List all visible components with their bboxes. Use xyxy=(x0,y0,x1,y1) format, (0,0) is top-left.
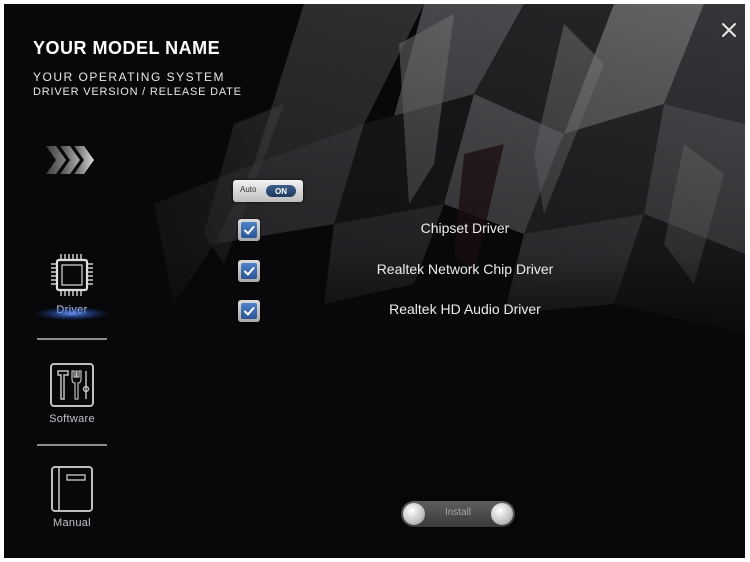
checkbox-network-driver[interactable] xyxy=(238,260,260,282)
operating-system: YOUR OPERATING SYSTEM xyxy=(33,70,225,84)
nav-driver[interactable]: Driver xyxy=(26,252,118,320)
auto-toggle[interactable]: Auto ON xyxy=(233,180,303,202)
close-button[interactable] xyxy=(716,17,742,43)
tools-icon xyxy=(50,363,94,407)
close-icon xyxy=(722,23,736,37)
sidebar-divider xyxy=(37,444,107,446)
chevrons-icon xyxy=(46,146,94,174)
chip-icon xyxy=(51,254,93,296)
nav-software-label: Software xyxy=(49,413,95,425)
installer-window: YOUR MODEL NAME YOUR OPERATING SYSTEM DR… xyxy=(4,4,745,558)
driver-name-chipset: Chipset Driver xyxy=(420,220,510,236)
install-knob-right xyxy=(491,503,513,525)
checkmark-icon xyxy=(244,226,255,235)
manual-icon xyxy=(51,466,93,512)
nav-manual[interactable]: Manual xyxy=(26,465,118,529)
checkmark-icon xyxy=(244,307,255,316)
checkbox-chipset-driver[interactable] xyxy=(238,219,260,241)
model-name: YOUR MODEL NAME xyxy=(33,38,221,58)
install-button[interactable]: Install xyxy=(401,501,515,527)
auto-toggle-state: ON xyxy=(266,185,296,197)
nav-manual-label: Manual xyxy=(53,517,91,529)
sidebar-divider xyxy=(37,338,107,340)
nav-software[interactable]: Software xyxy=(26,361,118,425)
checkbox-audio-driver[interactable] xyxy=(238,300,260,322)
auto-toggle-label: Auto xyxy=(240,185,257,194)
checkmark-icon xyxy=(244,267,255,276)
driver-name-audio: Realtek HD Audio Driver xyxy=(389,301,541,317)
nav-driver-label: Driver xyxy=(56,304,88,316)
driver-version-date: DRIVER VERSION / RELEASE DATE xyxy=(33,86,242,98)
driver-name-network: Realtek Network Chip Driver xyxy=(376,261,554,277)
